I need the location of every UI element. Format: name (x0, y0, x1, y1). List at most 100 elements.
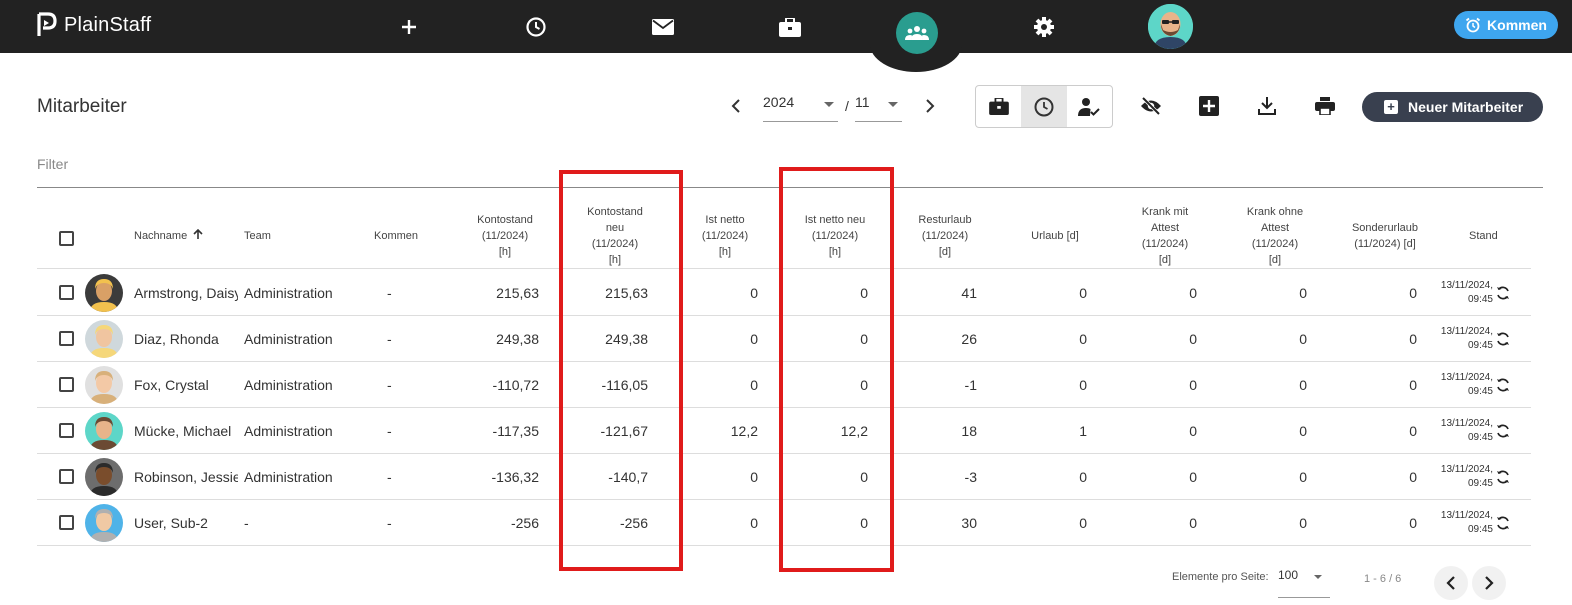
team-nav-button[interactable] (896, 12, 938, 54)
column-header-urlaub[interactable]: Urlaub [d] (1005, 228, 1105, 244)
download-button[interactable] (1255, 94, 1279, 118)
cell-krank-ohne: 0 (1299, 515, 1307, 531)
chevron-right-icon (926, 99, 935, 113)
pagination-range: 1 - 6 / 6 (1364, 573, 1402, 585)
print-icon (1315, 97, 1335, 115)
row-checkbox[interactable] (59, 515, 74, 530)
add-nav-button[interactable] (395, 13, 423, 41)
header-line: (11/2024) (701, 230, 749, 242)
header-line: Kontostand (477, 214, 533, 226)
row-checkbox[interactable] (59, 331, 74, 346)
column-header-kommen[interactable]: Kommen (374, 228, 418, 244)
stand-date: 13/11/2024, (1440, 510, 1493, 521)
page-title: Mitarbeiter (37, 96, 127, 117)
employee-name[interactable]: Armstrong, Daisy (134, 285, 238, 301)
header-line: [h] (498, 246, 512, 258)
column-header-krank-mit-attest[interactable]: Krank mit Attest (11/2024) [d] (1115, 204, 1215, 268)
mail-nav-button[interactable] (649, 13, 677, 41)
cell-urlaub: 0 (1079, 285, 1087, 301)
print-button[interactable] (1313, 94, 1337, 118)
items-per-page-select[interactable]: 100 (1278, 568, 1330, 598)
stand-time: 09:45 (1467, 524, 1493, 535)
cell-urlaub: 0 (1079, 331, 1087, 347)
sync-icon[interactable] (1495, 423, 1511, 439)
plus-icon (402, 20, 416, 34)
employee-avatar (85, 458, 123, 496)
previous-period-button[interactable] (726, 96, 746, 116)
projects-nav-button[interactable] (776, 13, 804, 41)
period-separator: / (845, 98, 849, 114)
employee-avatar-icon (85, 366, 123, 404)
user-avatar[interactable] (1148, 4, 1193, 49)
sync-icon[interactable] (1495, 469, 1511, 485)
column-header-stand[interactable]: Stand (1469, 228, 1498, 244)
chevron-left-icon (731, 99, 740, 113)
column-header-ist-netto[interactable]: Ist netto (11/2024) [h] (675, 212, 775, 260)
app-logo[interactable]: PlainStaff (36, 12, 151, 38)
sync-icon[interactable] (1495, 377, 1511, 393)
employee-name[interactable]: Fox, Crystal (134, 377, 238, 393)
stand-time: 09:45 (1467, 478, 1493, 489)
previous-page-button[interactable] (1434, 566, 1468, 600)
cell-kontostand: -136,32 (491, 469, 539, 485)
employee-team: Administration (244, 331, 333, 347)
add-entry-button[interactable] (1197, 94, 1221, 118)
time-nav-button[interactable] (522, 13, 550, 41)
filter-input[interactable]: Filter (37, 156, 68, 172)
cell-krank-ohne: 0 (1299, 377, 1307, 393)
row-checkbox[interactable] (59, 469, 74, 484)
cell-ist-netto: 0 (750, 285, 758, 301)
row-checkbox[interactable] (59, 377, 74, 392)
cell-resturlaub: 26 (961, 331, 977, 347)
sync-icon[interactable] (1495, 515, 1511, 531)
cell-sonderurlaub: 0 (1409, 331, 1417, 347)
stand-time: 09:45 (1467, 432, 1493, 443)
employee-avatar (85, 366, 123, 404)
cell-sonderurlaub: 0 (1409, 285, 1417, 301)
column-header-krank-ohne-attest[interactable]: Krank ohne Attest (11/2024) [d] (1225, 204, 1325, 268)
header-line: Resturlaub (918, 214, 972, 226)
items-per-page-value: 100 (1278, 568, 1299, 582)
kommen-value: - (387, 423, 392, 439)
column-header-kontostand[interactable]: Kontostand (11/2024) [h] (455, 212, 555, 260)
cell-sonderurlaub: 0 (1409, 515, 1417, 531)
row-checkbox[interactable] (59, 285, 74, 300)
next-page-button[interactable] (1472, 566, 1506, 600)
cell-kontostand: 215,63 (496, 285, 539, 301)
sync-icon[interactable] (1495, 285, 1511, 301)
view-time-toggle[interactable] (1021, 86, 1067, 127)
column-header-team[interactable]: Team (244, 228, 271, 244)
next-period-button[interactable] (920, 96, 940, 116)
view-approval-toggle[interactable] (1067, 86, 1112, 127)
cell-krank-mit: 0 (1189, 423, 1197, 439)
download-icon (1258, 97, 1276, 115)
briefcase-icon (988, 98, 1009, 115)
header-line: (11/2024) (1251, 238, 1299, 250)
kommen-label: Kommen (1487, 17, 1547, 33)
employee-name[interactable]: Mücke, Michael (134, 423, 238, 439)
employee-name[interactable]: User, Sub-2 (134, 515, 238, 531)
gear-icon (1034, 17, 1054, 37)
year-select[interactable]: 2024 (763, 92, 838, 122)
month-select[interactable]: 11 (855, 92, 902, 122)
row-checkbox[interactable] (59, 423, 74, 438)
items-per-page-label: Elemente pro Seite: (1172, 571, 1269, 583)
column-header-nachname[interactable]: Nachname (134, 228, 203, 244)
stand-timestamp: 13/11/2024, 09:45 (1441, 509, 1493, 537)
cell-krank-ohne: 0 (1299, 469, 1307, 485)
column-header-resturlaub[interactable]: Resturlaub (11/2024) [d] (895, 212, 995, 260)
employee-avatar-icon (85, 320, 123, 358)
toggle-visibility-button[interactable] (1139, 94, 1163, 118)
new-employee-button[interactable]: + Neuer Mitarbeiter (1362, 92, 1543, 122)
kommen-button[interactable]: Kommen (1454, 11, 1558, 39)
cell-kontostand: 249,38 (496, 331, 539, 347)
employee-name[interactable]: Diaz, Rhonda (134, 331, 238, 347)
column-header-sonderurlaub[interactable]: Sonderurlaub (11/2024) [d] (1335, 220, 1435, 252)
sync-icon[interactable] (1495, 331, 1511, 347)
select-all-checkbox[interactable] (59, 231, 74, 246)
cell-sonderurlaub: 0 (1409, 469, 1417, 485)
view-projects-toggle[interactable] (976, 86, 1021, 127)
employee-name[interactable]: Robinson, Jessie (134, 469, 238, 485)
settings-nav-button[interactable] (1030, 13, 1058, 41)
plus-icon: + (1384, 100, 1398, 114)
